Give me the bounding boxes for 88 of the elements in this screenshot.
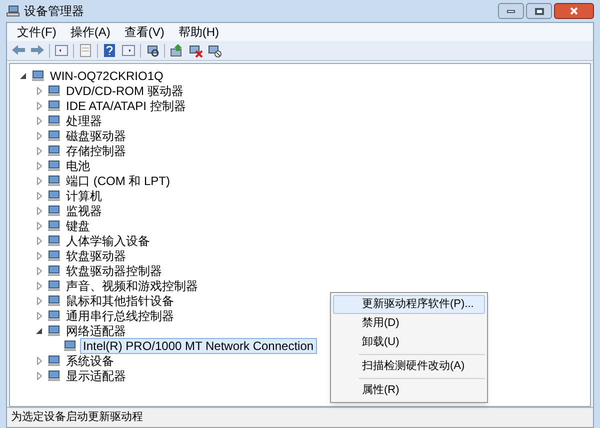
tree-item[interactable]: 声音、视频和游戏控制器 xyxy=(64,278,200,292)
device-icon xyxy=(47,174,61,186)
collapsed-arrow-icon[interactable] xyxy=(36,266,42,274)
tree-item[interactable]: DVD/CD-ROM 驱动器 xyxy=(64,84,186,98)
tree-item[interactable]: 磁盘驱动器 xyxy=(64,128,128,142)
computer-icon xyxy=(6,5,20,17)
collapsed-arrow-icon[interactable] xyxy=(36,296,42,304)
tree-item[interactable]: 软盘驱动器控制器 xyxy=(64,264,164,278)
context-menu-item[interactable]: 更新驱动程序软件(P)... xyxy=(333,295,485,314)
help-icon[interactable] xyxy=(102,43,117,58)
tree-item[interactable]: 人体学输入设备 xyxy=(64,234,152,248)
close-icon xyxy=(570,7,578,15)
tree-item[interactable]: WIN-OQ72CKRIO1Q xyxy=(48,68,166,82)
collapsed-arrow-icon[interactable] xyxy=(36,162,42,170)
device-icon xyxy=(47,310,61,322)
collapsed-arrow-icon[interactable] xyxy=(36,252,42,260)
menu-item[interactable]: 文件(F) xyxy=(11,23,62,41)
tree-item[interactable]: 显示适配器 xyxy=(64,368,128,382)
collapsed-arrow-icon[interactable] xyxy=(36,372,42,380)
back-arrow-icon[interactable] xyxy=(11,43,26,58)
menu-item[interactable]: 操作(A) xyxy=(64,23,116,41)
device-icon xyxy=(47,100,61,112)
expanded-arrow-icon[interactable] xyxy=(36,328,42,334)
device-icon xyxy=(47,220,61,232)
device-icon xyxy=(63,340,77,352)
tree-item[interactable]: 处理器 xyxy=(64,114,104,128)
collapsed-arrow-icon[interactable] xyxy=(36,132,42,140)
collapsed-arrow-icon[interactable] xyxy=(36,146,42,154)
tree-item[interactable]: 计算机 xyxy=(64,188,104,202)
forward-arrow-icon[interactable] xyxy=(30,43,45,58)
document-icon[interactable] xyxy=(78,43,93,58)
expanded-arrow-icon[interactable] xyxy=(20,72,26,78)
collapsed-arrow-icon[interactable] xyxy=(36,206,42,214)
context-menu-item[interactable]: 禁用(D) xyxy=(333,314,485,333)
device-icon xyxy=(47,204,61,216)
tree-item[interactable]: 电池 xyxy=(64,158,92,172)
collapsed-arrow-icon[interactable] xyxy=(36,282,42,290)
close-button[interactable] xyxy=(554,3,594,19)
update-icon[interactable] xyxy=(169,43,184,58)
disable-icon[interactable] xyxy=(207,43,222,58)
device-icon xyxy=(31,70,45,82)
minimize-button[interactable] xyxy=(498,3,524,19)
collapsed-arrow-icon[interactable] xyxy=(36,312,42,320)
tree-item[interactable]: 端口 (COM 和 LPT) xyxy=(64,174,172,188)
tree-item[interactable]: 通用串行总线控制器 xyxy=(64,308,176,322)
collapsed-arrow-icon[interactable] xyxy=(36,192,42,200)
context-menu-item[interactable]: 扫描检测硬件改动(A) xyxy=(333,357,485,376)
device-icon xyxy=(47,130,61,142)
collapsed-arrow-icon[interactable] xyxy=(36,102,42,110)
collapsed-arrow-icon[interactable] xyxy=(36,116,42,124)
menu-item[interactable]: 查看(V) xyxy=(118,23,170,41)
context-menu-item[interactable]: 属性(R) xyxy=(333,381,485,400)
device-icon xyxy=(47,250,61,262)
device-icon xyxy=(47,280,61,292)
collapsed-arrow-icon[interactable] xyxy=(36,86,42,94)
tree-item[interactable]: 监视器 xyxy=(64,204,104,218)
tree-item[interactable]: 网络适配器 xyxy=(64,324,128,338)
tree-item[interactable]: 键盘 xyxy=(64,218,92,232)
device-icon xyxy=(47,114,61,126)
device-icon xyxy=(47,234,61,246)
device-icon xyxy=(47,370,61,382)
tree-item[interactable]: 存储控制器 xyxy=(64,144,128,158)
menu-item[interactable]: 帮助(H) xyxy=(172,23,225,41)
scan-icon[interactable] xyxy=(145,43,160,58)
collapsed-arrow-icon[interactable] xyxy=(36,236,42,244)
collapsed-arrow-icon[interactable] xyxy=(36,222,42,230)
device-icon xyxy=(47,190,61,202)
maximize-button[interactable] xyxy=(526,3,552,19)
device-icon xyxy=(47,354,61,366)
tree-item[interactable]: 鼠标和其他指针设备 xyxy=(64,294,176,308)
panel-icon[interactable] xyxy=(121,43,136,58)
collapsed-arrow-icon[interactable] xyxy=(36,176,42,184)
status-text: 为选定设备启动更新驱动程 xyxy=(11,410,143,426)
device-icon xyxy=(47,324,61,336)
device-icon xyxy=(47,84,61,96)
device-icon xyxy=(47,144,61,156)
remove-icon[interactable] xyxy=(188,43,203,58)
tree-item[interactable]: 系统设备 xyxy=(64,354,116,368)
device-icon xyxy=(47,294,61,306)
device-icon xyxy=(47,264,61,276)
tree-item[interactable]: Intel(R) PRO/1000 MT Network Connection xyxy=(80,338,317,354)
device-icon xyxy=(47,160,61,172)
tree-item[interactable]: 软盘驱动器 xyxy=(64,248,128,262)
window-title: 设备管理器 xyxy=(24,3,84,20)
tree-item[interactable]: IDE ATA/ATAPI 控制器 xyxy=(64,98,188,112)
context-menu-item[interactable]: 卸载(U) xyxy=(333,333,485,352)
panel-icon[interactable] xyxy=(54,43,69,58)
collapsed-arrow-icon[interactable] xyxy=(36,356,42,364)
